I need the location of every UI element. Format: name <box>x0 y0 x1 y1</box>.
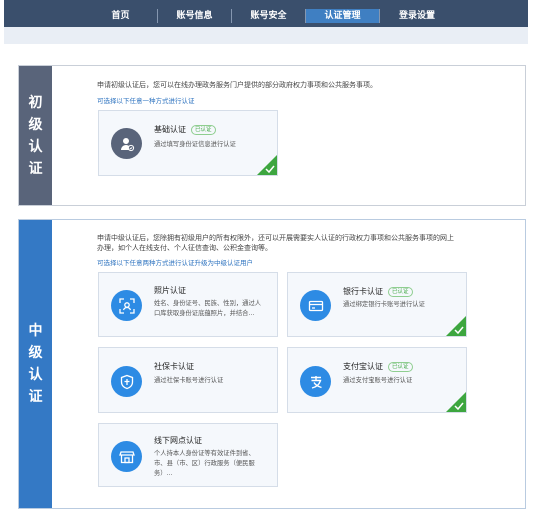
card-title: 支付宝认证 已认证 <box>343 361 413 372</box>
nav-home[interactable]: 首页 <box>84 9 158 23</box>
verified-badge: 已认证 <box>388 287 413 297</box>
top-nav: 首页 账号信息 账号安全 认证管理 登录设置 <box>84 9 454 23</box>
mid-auth-description: 申请中级认证后，您除拥有初级用户的所有权限外，还可以开展需要实人认证的行政权力事… <box>97 233 517 253</box>
label-char: 证 <box>28 389 43 405</box>
alipay-auth-card[interactable]: 支付宝认证 已认证 通过支付宝账号进行认证 <box>287 347 467 413</box>
social-security-icon <box>111 366 142 397</box>
card-description: 通过支付宝账号进行认证 <box>343 377 413 384</box>
basic-auth-hint: 可选择以下任意一种方式进行认证 <box>97 97 195 105</box>
basic-auth-label: 初 级 认 证 <box>19 66 52 205</box>
card-title: 照片认证 <box>154 286 186 295</box>
desc-line: 办理，如个人在线支付、个人征信查询、公积金查询等。 <box>97 244 272 252</box>
basic-auth-description: 申请初级认证后，您可以在线办理政务服务门户提供的部分政府权力事项和公共服务事项。 <box>97 81 377 89</box>
card-title: 线下网点认证 <box>154 436 202 445</box>
nav-account-info[interactable]: 账号信息 <box>158 9 232 23</box>
photo-auth-card[interactable]: 照片认证 姓名、身份证号、民族、性别，通过人口库获取身份证底蕴照片，并结合... <box>98 272 278 337</box>
offline-outlet-auth-card[interactable]: 线下网点认证 个人持本人身份证等有效证件到省、市、县（市、区）行政服务（便民服务… <box>98 423 278 487</box>
label-char: 级 <box>28 345 43 361</box>
alipay-icon <box>300 366 331 397</box>
label-char: 中 <box>28 323 43 339</box>
bank-card-icon <box>300 290 331 321</box>
card-description: 通过绑定银行卡账号进行认证 <box>343 301 425 308</box>
card-description: 通过社保卡账号进行认证 <box>154 377 224 384</box>
card-title: 社保卡认证 <box>154 362 194 371</box>
user-verified-icon <box>111 128 142 159</box>
card-title: 基础认证 已认证 <box>154 124 216 135</box>
label-char: 证 <box>28 160 43 177</box>
label-char: 认 <box>28 367 43 383</box>
basic-auth-section: 初 级 认 证 申请初级认证后，您可以在线办理政务服务门户提供的部分政府权力事项… <box>18 65 526 206</box>
store-icon <box>111 441 142 472</box>
card-title: 银行卡认证 已认证 <box>343 286 413 297</box>
nav-auth-management[interactable]: 认证管理 <box>306 9 380 23</box>
verified-badge: 已认证 <box>388 362 413 372</box>
mid-auth-section: 中 级 认 证 申请中级认证后，您除拥有初级用户的所有权限外，还可以开展需要实人… <box>18 219 526 509</box>
sub-bar <box>4 27 528 44</box>
desc-line: 申请中级认证后，您除拥有初级用户的所有权限外，还可以开展需要实人认证的行政权力事… <box>97 234 454 242</box>
label-char: 初 <box>28 94 43 111</box>
card-description: 通过填写身份证信息进行认证 <box>154 141 236 148</box>
check-corner-icon <box>446 316 466 336</box>
top-nav-bar: 首页 账号信息 账号安全 认证管理 登录设置 <box>4 0 528 27</box>
basic-auth-card[interactable]: 基础认证 已认证 通过填写身份证信息进行认证 <box>98 110 278 176</box>
nav-login-settings[interactable]: 登录设置 <box>380 9 454 23</box>
card-title-text: 基础认证 <box>154 125 186 134</box>
bank-card-auth-card[interactable]: 银行卡认证 已认证 通过绑定银行卡账号进行认证 <box>287 272 467 337</box>
card-title-text: 支付宝认证 <box>343 362 383 371</box>
social-security-auth-card[interactable]: 社保卡认证 通过社保卡账号进行认证 <box>98 347 278 413</box>
nav-account-security[interactable]: 账号安全 <box>232 9 306 23</box>
label-char: 认 <box>28 138 43 155</box>
check-corner-icon <box>446 392 466 412</box>
card-description: 姓名、身份证号、民族、性别，通过人口库获取身份证底蕴照片，并结合... <box>154 300 262 317</box>
mid-auth-label: 中 级 认 证 <box>19 220 52 508</box>
face-scan-icon <box>111 290 142 321</box>
card-title-text: 银行卡认证 <box>343 287 383 296</box>
mid-auth-hint: 可选择以下任意两种方式进行认证升级为中级认证用户 <box>97 259 253 267</box>
card-description: 个人持本人身份证等有效证件到省、市、县（市、区）行政服务（便民服务）... <box>154 450 255 477</box>
label-char: 级 <box>28 116 43 133</box>
verified-badge: 已认证 <box>191 125 216 135</box>
check-corner-icon <box>257 155 277 175</box>
